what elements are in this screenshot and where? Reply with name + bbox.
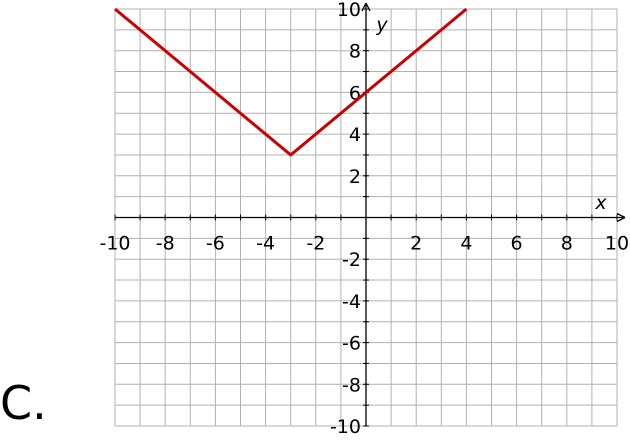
- x-tick-label: -6: [206, 233, 225, 255]
- y-tick-label: -10: [330, 416, 361, 438]
- x-tick-label: 2: [410, 233, 422, 255]
- y-tick-label: 2: [349, 166, 361, 188]
- y-tick-label: -6: [342, 333, 361, 355]
- x-tick-label: -10: [99, 233, 130, 255]
- y-tick-label: -2: [342, 249, 361, 271]
- y-axis-label: y: [375, 14, 388, 36]
- y-tick-label: -8: [342, 374, 361, 396]
- y-tick-label: 10: [337, 0, 361, 21]
- axes: [114, 2, 626, 427]
- x-tick-label: -4: [256, 233, 275, 255]
- answer-choice-label: C.: [0, 376, 47, 430]
- x-tick-label: 8: [561, 233, 573, 255]
- x-tick-label: 6: [511, 233, 523, 255]
- y-tick-label: -4: [342, 291, 361, 313]
- y-tick-label: 8: [349, 41, 361, 63]
- x-tick-label: 4: [460, 233, 472, 255]
- x-tick-label: -8: [156, 233, 175, 255]
- tick-labels: -10 -8 -6 -4 -2 2 4 6 8 10-10-8-6-4-2246810: [99, 0, 629, 438]
- y-tick-label: 4: [349, 124, 361, 146]
- x-tick-label: -2: [306, 233, 325, 255]
- x-axis-label: x: [594, 192, 607, 214]
- x-tick-label: 10: [605, 233, 629, 255]
- coordinate-plane: -10 -8 -6 -4 -2 2 4 6 8 10-10-8-6-4-2246810 x y: [99, 0, 629, 438]
